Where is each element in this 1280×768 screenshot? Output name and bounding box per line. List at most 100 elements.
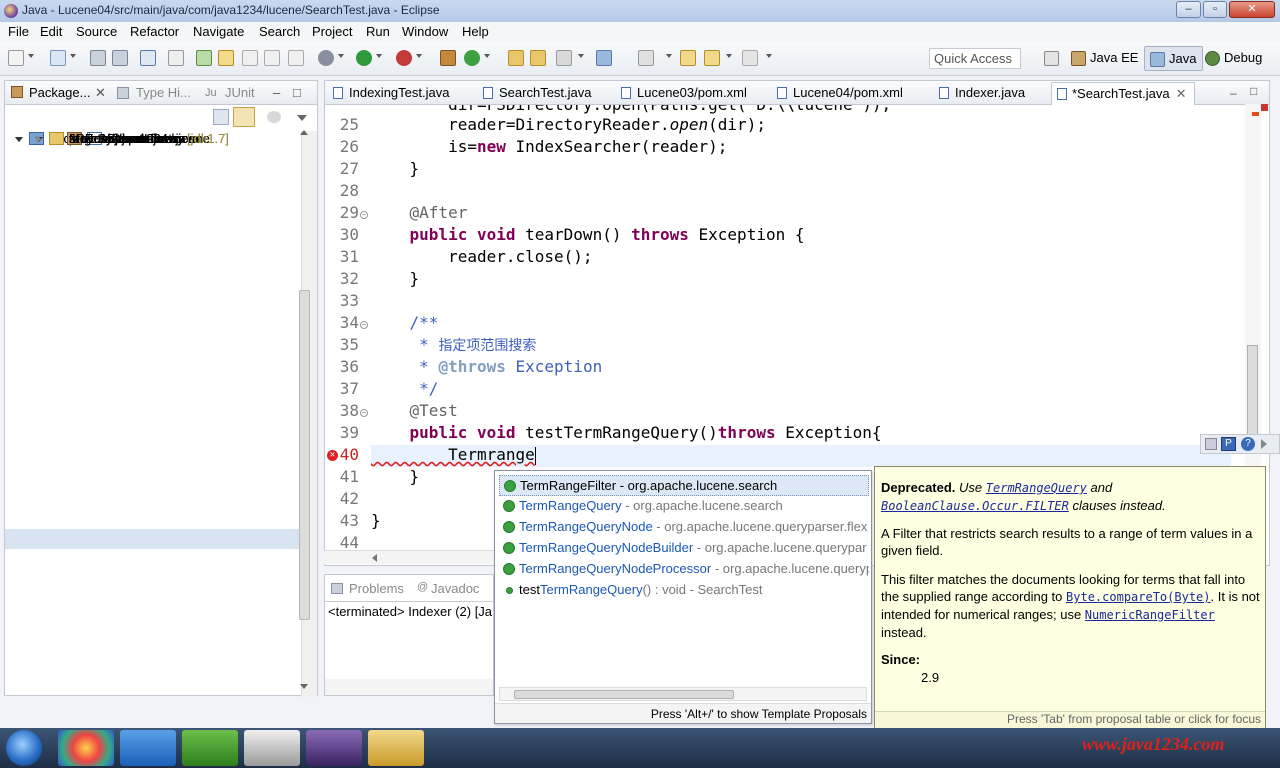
taskbar-explorer-icon[interactable] xyxy=(368,730,424,766)
save-all-icon[interactable] xyxy=(112,50,128,66)
menu-source[interactable]: Source xyxy=(76,24,117,39)
forward-dropdown-icon[interactable] xyxy=(766,54,772,58)
perspective-java-ee[interactable]: Java EE xyxy=(1066,46,1144,71)
external-tools-icon[interactable] xyxy=(396,50,412,66)
scroll-down-icon[interactable] xyxy=(300,684,308,689)
run-dropdown-icon[interactable] xyxy=(376,54,382,58)
editor-tab[interactable]: Indexer.java xyxy=(937,85,1025,100)
menu-window[interactable]: Window xyxy=(402,24,448,39)
tree-item[interactable]: pom.xml xyxy=(5,131,301,449)
editor-maximize-icon[interactable]: □ xyxy=(1250,84,1257,98)
tree-scroll-thumb[interactable] xyxy=(299,290,310,620)
project-dropdown-icon[interactable] xyxy=(70,54,76,58)
tree-item[interactable]: Indexer.java xyxy=(5,131,301,529)
view-menu-icon[interactable] xyxy=(297,115,307,121)
open-type-icon[interactable] xyxy=(196,50,212,66)
tree-item[interactable]: Maven Dependencies xyxy=(5,131,301,629)
menu-project[interactable]: Project xyxy=(312,24,352,39)
tree-item[interactable]: src/main/java xyxy=(5,131,301,489)
bottom-hscroll[interactable] xyxy=(325,679,493,695)
tree-item[interactable]: src xyxy=(5,131,301,669)
open-folder-icon[interactable] xyxy=(508,50,524,66)
tree-item[interactable]: com.java1234.lucene xyxy=(5,131,301,509)
tree-item[interactable]: target xyxy=(5,131,301,429)
proposal-item[interactable]: TermRangeQuery - org.apache.lucene.searc… xyxy=(499,496,869,517)
run-icon[interactable] xyxy=(356,50,372,66)
collapse-all-icon[interactable] xyxy=(213,109,229,125)
open-perspective-button[interactable] xyxy=(1040,46,1064,71)
start-button-icon[interactable] xyxy=(6,730,42,766)
outline-icon[interactable] xyxy=(1205,438,1217,450)
annotation-icon[interactable] xyxy=(596,50,612,66)
perspective-java[interactable]: Java xyxy=(1144,46,1204,71)
forward-icon[interactable] xyxy=(742,50,758,66)
tree-item[interactable]: com.java1234.lucene xyxy=(5,131,301,249)
minimize-button[interactable]: – xyxy=(1176,1,1201,18)
tree-item[interactable]: src/test/resources xyxy=(5,131,301,609)
hscroll-left-icon[interactable] xyxy=(372,554,377,562)
tree-item[interactable]: Maven Dependencies xyxy=(5,131,301,369)
menu-file[interactable]: File xyxy=(8,24,29,39)
menu-search[interactable]: Search xyxy=(259,24,300,39)
menu-navigate[interactable]: Navigate xyxy=(193,24,244,39)
link-with-editor-icon[interactable] xyxy=(233,107,255,127)
editor-scroll-thumb[interactable] xyxy=(1247,345,1258,435)
menu-edit[interactable]: Edit xyxy=(40,24,62,39)
tree-item[interactable]: SearchTest.java xyxy=(5,131,301,289)
new-project-icon[interactable] xyxy=(50,50,66,66)
tree-item[interactable]: src/main/resources xyxy=(5,131,301,309)
tree-item[interactable]: src/main/java xyxy=(5,131,301,229)
editor-tab[interactable]: Lucene04/pom.xml xyxy=(775,85,903,100)
tree-item[interactable]: JRE System Library [jdk1.7] xyxy=(5,131,301,649)
maximize-button[interactable]: ▫ xyxy=(1203,1,1227,18)
tree-item[interactable]: JRE System Library [jdk1.7] xyxy=(5,131,301,389)
scroll-up-icon[interactable] xyxy=(300,130,308,135)
side-expand-icon[interactable] xyxy=(1261,439,1267,449)
taskbar-camtasia-icon[interactable] xyxy=(182,730,238,766)
editor-tab[interactable]: IndexingTest.java xyxy=(331,85,449,100)
maximize-view-icon[interactable]: □ xyxy=(293,85,301,100)
tree-item[interactable]: target xyxy=(5,131,301,169)
tree-item[interactable]: Lucene04 xyxy=(5,131,301,469)
close-button[interactable]: ✕ xyxy=(1229,1,1275,18)
taskbar-recorder-icon[interactable] xyxy=(244,730,300,766)
fold-icon[interactable]: − xyxy=(360,211,368,219)
link-termrangequery[interactable]: TermRangeQuery xyxy=(986,481,1087,495)
new-icon[interactable] xyxy=(8,50,24,66)
tree-item[interactable]: SearchTest.java xyxy=(5,131,301,549)
menu-refactor[interactable]: Refactor xyxy=(130,24,179,39)
tree-item[interactable]: src xyxy=(5,131,301,409)
new-package-icon[interactable] xyxy=(440,50,456,66)
tree-item[interactable]: pom.xml xyxy=(5,131,301,189)
help-icon[interactable]: ? xyxy=(1241,437,1255,451)
back-dropdown-icon[interactable] xyxy=(726,54,732,58)
print-icon[interactable] xyxy=(140,50,156,66)
search-icon[interactable] xyxy=(556,50,572,66)
last-edit-icon[interactable] xyxy=(680,50,696,66)
proposal-item[interactable]: TermRangeQueryNodeProcessor - org.apache… xyxy=(499,559,869,580)
editor-tab[interactable]: Lucene03/pom.xml xyxy=(619,85,747,100)
toggle-icon[interactable] xyxy=(242,50,258,66)
proposal-item[interactable]: TermRangeQueryNode - org.apache.lucene.q… xyxy=(499,517,869,538)
task-list-icon[interactable]: P xyxy=(1221,437,1236,451)
filter-icon[interactable] xyxy=(267,111,281,123)
menu-help[interactable]: Help xyxy=(462,24,489,39)
class-dropdown-icon[interactable] xyxy=(484,54,490,58)
taskbar-word-icon[interactable] xyxy=(120,730,176,766)
tree-item[interactable]: src/test/java xyxy=(5,131,301,329)
fold-icon[interactable]: − xyxy=(360,321,368,329)
tab-type-hierarchy[interactable]: Type Hi... xyxy=(136,85,191,100)
fold-icon[interactable]: − xyxy=(360,409,368,417)
debug-icon[interactable] xyxy=(318,50,334,66)
new-class-icon[interactable] xyxy=(464,50,480,66)
taskbar-browser-icon[interactable] xyxy=(58,730,114,766)
link-booleanclause-filter[interactable]: BooleanClause.Occur.FILTER xyxy=(881,499,1069,513)
annotation-dropdown-icon[interactable] xyxy=(666,54,672,58)
close-tab-icon[interactable]: ✕ xyxy=(1176,86,1187,101)
link-numericrangefilter[interactable]: NumericRangeFilter xyxy=(1085,608,1215,622)
tab-javadoc[interactable]: Javadoc xyxy=(431,581,479,596)
quick-access-input[interactable]: Quick Access xyxy=(929,48,1021,69)
tree-item[interactable]: Lucene03 xyxy=(5,131,301,209)
expanded-twisty-icon[interactable] xyxy=(15,137,23,142)
tree-item[interactable]: src/main/resources xyxy=(5,131,301,569)
